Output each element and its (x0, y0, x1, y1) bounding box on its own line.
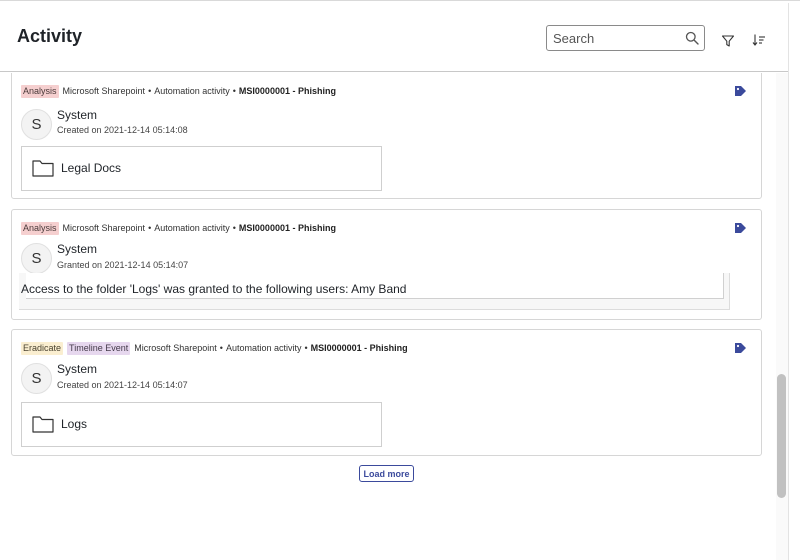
folder-name: Logs (61, 417, 88, 431)
search-input[interactable] (547, 26, 677, 50)
activity-type: Automation activity (154, 223, 230, 233)
activity-source: Microsoft Sharepoint (62, 223, 146, 233)
folder-name: Legal Docs (61, 161, 122, 175)
activity-feed[interactable]: Analysis Microsoft Sharepoint • Automati… (0, 73, 776, 560)
activity-header: Activity (0, 3, 788, 72)
sort-icon[interactable] (752, 33, 766, 47)
avatar: S (21, 109, 52, 140)
activity-timestamp: Created on 2021-12-14 05:14:08 (57, 125, 188, 135)
tag-icon[interactable] (734, 342, 748, 354)
meta-separator: • (232, 86, 236, 96)
page-title: Activity (17, 26, 83, 46)
meta-separator: • (148, 223, 152, 233)
activity-card: Analysis Microsoft Sharepoint • Automati… (11, 209, 762, 320)
incident-link[interactable]: MSI0000001 - Phishing (311, 343, 408, 353)
meta-separator: • (148, 86, 152, 96)
search-icon[interactable] (685, 31, 699, 45)
folder-attachment[interactable]: Logs (21, 402, 382, 447)
incident-link[interactable]: MSI0000001 - Phishing (239, 86, 336, 96)
phase-tag[interactable]: Eradicate (21, 341, 64, 355)
phase-tag[interactable]: Analysis (21, 84, 59, 98)
search-box[interactable] (546, 25, 705, 51)
timeline-tag[interactable]: Timeline Event (67, 341, 131, 355)
activity-type: Automation activity (225, 343, 302, 353)
author-name: System (57, 362, 98, 376)
activity-meta: Eradicate Timeline Event Microsoft Share… (21, 341, 408, 355)
load-more-button[interactable]: Load more (359, 465, 414, 482)
tag-icon[interactable] (734, 85, 748, 97)
incident-link[interactable]: MSI0000001 - Phishing (239, 223, 336, 233)
avatar: S (21, 363, 52, 394)
avatar: S (21, 243, 52, 274)
activity-timestamp: Created on 2021-12-14 05:14:07 (57, 380, 188, 390)
phase-tag[interactable]: Analysis (21, 221, 59, 235)
activity-timestamp: Granted on 2021-12-14 05:14:07 (57, 260, 189, 270)
author-name: System (57, 108, 98, 122)
tag-icon[interactable] (734, 222, 748, 234)
folder-icon (32, 160, 54, 177)
filter-icon[interactable] (721, 34, 735, 48)
activity-card: Analysis Microsoft Sharepoint • Automati… (11, 73, 762, 199)
activity-meta: Analysis Microsoft Sharepoint • Automati… (21, 221, 336, 235)
activity-source: Microsoft Sharepoint (62, 86, 146, 96)
folder-attachment[interactable]: Legal Docs (21, 146, 382, 191)
activity-card: Eradicate Timeline Event Microsoft Share… (11, 329, 762, 456)
scrollbar-thumb[interactable] (777, 374, 786, 498)
activity-type: Automation activity (154, 86, 230, 96)
activity-message: Access to the folder 'Logs' was granted … (21, 282, 407, 296)
right-edge-panel (788, 3, 800, 560)
meta-separator: • (304, 343, 308, 353)
folder-icon (32, 416, 54, 433)
meta-separator: • (219, 343, 223, 353)
author-name: System (57, 242, 98, 256)
meta-separator: • (232, 223, 236, 233)
activity-meta: Analysis Microsoft Sharepoint • Automati… (21, 84, 336, 98)
activity-source: Microsoft Sharepoint (134, 343, 217, 353)
